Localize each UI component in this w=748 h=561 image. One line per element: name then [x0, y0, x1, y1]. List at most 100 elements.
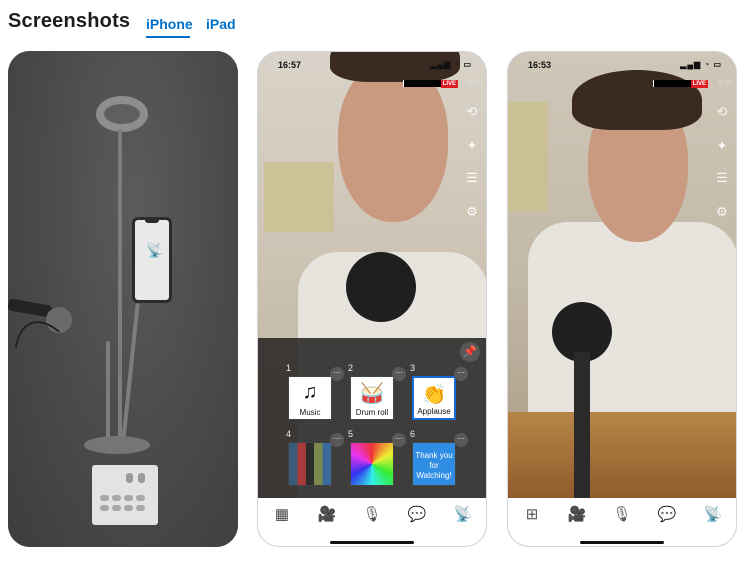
slot-tile: 🥁 Drum roll [350, 376, 394, 420]
wall-map [264, 162, 334, 232]
status-bar: 16:57 ▂▄▆ ◔ ▭ [258, 58, 486, 72]
chat-bubble-icon[interactable]: 💬 [405, 506, 429, 524]
magic-wand-icon[interactable]: ✦ [464, 138, 480, 154]
person-hair [572, 70, 702, 130]
more-button[interactable]: ··· [454, 433, 468, 447]
mixer-knob [138, 473, 145, 483]
live-bar: LIVE 0:22 [508, 80, 736, 90]
live-badge: LIVE [690, 80, 708, 88]
bottom-tab-bar: ⊞ 🎥 🎙 💬 📡 [508, 498, 736, 546]
status-time: 16:57 [278, 60, 302, 70]
sound-pad-panel: 📌 1 ♫ Music ··· 2 🥁 Drum roll ··· 3 👏 Ap… [258, 338, 486, 498]
section-title: Screenshots [8, 10, 131, 32]
switch-camera-icon[interactable]: ⟲ [464, 104, 480, 120]
tab-iphone[interactable]: iPhone [146, 16, 193, 32]
mixer-pad [124, 495, 133, 501]
slot-label: Applause [417, 407, 451, 416]
slot-label: Music [299, 408, 321, 417]
audio-level-meter [403, 80, 444, 87]
signal-wifi-battery-icons: ▂▄▆ ◔ ▭ [430, 60, 472, 69]
gear-icon[interactable]: ⚙ [714, 204, 730, 220]
more-button[interactable]: ··· [330, 433, 344, 447]
list-icon[interactable]: ☰ [714, 170, 730, 186]
pin-icon[interactable]: 📌 [460, 342, 480, 362]
live-bar: LIVE 0:48 [258, 80, 486, 90]
elapsed-time: 0:22 [718, 80, 732, 87]
sound-slot-5[interactable]: 5 ··· [348, 429, 406, 488]
live-badge: LIVE [440, 80, 458, 88]
stand-base [84, 436, 150, 454]
more-button[interactable]: ··· [392, 367, 406, 381]
mixer-device [92, 465, 158, 525]
status-time: 16:53 [528, 60, 552, 70]
mixer-pad [136, 495, 145, 501]
chat-bubble-icon[interactable]: 💬 [655, 506, 679, 524]
slot-number: 6 [410, 429, 416, 439]
microphone-icon[interactable]: 🎙 [360, 506, 384, 524]
more-button[interactable]: ··· [392, 433, 406, 447]
gear-icon[interactable]: ⚙ [464, 204, 480, 220]
sound-slot-1[interactable]: 1 ♫ Music ··· [286, 363, 344, 422]
mixer-pad [136, 505, 145, 511]
home-indicator [580, 541, 664, 544]
sound-slot-3[interactable]: 3 👏 Applause ··· [410, 363, 468, 422]
mixer-pad [112, 505, 121, 511]
broadcast-icon[interactable]: 📡 [701, 506, 725, 524]
switch-camera-icon[interactable]: ⟲ [714, 104, 730, 120]
magic-wand-icon[interactable]: ✦ [714, 138, 730, 154]
signal-wifi-battery-icons: ▂▄▆ ◔ ▭ [680, 60, 722, 69]
studio-microphone [346, 252, 416, 322]
slot-number: 3 [410, 363, 416, 373]
camera-preview: 16:53 ▂▄▆ ◔ ▭ LIVE 0:22 ⟲ ✦ ☰ ⚙ [508, 52, 736, 498]
mixer-knob [126, 473, 133, 483]
home-indicator [330, 541, 414, 544]
mixer-pad [100, 495, 109, 501]
slot-number: 1 [286, 363, 292, 373]
bottom-tab-bar: ▦ 🎥 🎙 💬 📡 [258, 498, 486, 546]
slot-label: Thank you for Watching! [415, 451, 453, 480]
camera-preview: 16:57 ▂▄▆ ◔ ▭ LIVE 0:48 ⟲ ✦ ☰ ⚙ 📌 1 ♫ Mu… [258, 52, 486, 498]
wall-map [508, 102, 548, 212]
mixer-pad [100, 505, 109, 511]
light-pole [118, 129, 122, 449]
grid-icon[interactable]: ▦ [270, 506, 294, 524]
screenshot-1[interactable]: 📡 [8, 51, 238, 547]
mixer-pad [124, 505, 133, 511]
slot-label: Drum roll [355, 408, 389, 417]
more-button[interactable]: ··· [454, 367, 468, 381]
grid-icon[interactable]: ⊞ [520, 506, 544, 524]
mounted-phone: 📡 [132, 217, 172, 303]
status-bar: 16:53 ▂▄▆ ◔ ▭ [508, 58, 736, 72]
tab-ipad[interactable]: iPad [206, 16, 236, 32]
mixer-pad [112, 495, 121, 501]
sound-slot-4[interactable]: 4 ··· [286, 429, 344, 488]
mic-stand [574, 352, 590, 498]
sound-slot-2[interactable]: 2 🥁 Drum roll ··· [348, 363, 406, 422]
more-button[interactable]: ··· [330, 367, 344, 381]
microphone-icon[interactable]: 🎙 [610, 506, 634, 524]
phone-notch [145, 219, 159, 223]
video-camera-icon[interactable]: 🎥 [565, 506, 589, 524]
ring-light [96, 96, 148, 132]
slot-number: 5 [348, 429, 354, 439]
broadcast-icon: 📡 [146, 242, 164, 258]
broadcast-icon[interactable]: 📡 [451, 506, 475, 524]
elapsed-time: 0:48 [468, 80, 482, 87]
sound-slot-6[interactable]: 6 Thank you for Watching! ··· [410, 429, 468, 488]
clapping-hands-icon: 👏 [421, 384, 447, 406]
slot-number: 4 [286, 429, 292, 439]
list-icon[interactable]: ☰ [464, 170, 480, 186]
text-card: Thank you for Watching! [412, 442, 456, 486]
test-card-thumbnail [350, 442, 394, 486]
audio-level-meter [653, 80, 694, 87]
screenshot-2[interactable]: 16:57 ▂▄▆ ◔ ▭ LIVE 0:48 ⟲ ✦ ☰ ⚙ 📌 1 ♫ Mu… [257, 51, 487, 547]
drum-icon: 🥁 [359, 383, 385, 405]
slot-tile-selected: 👏 Applause [412, 376, 456, 420]
slot-number: 2 [348, 363, 354, 373]
selected-tab-indicator [146, 36, 190, 38]
video-mosaic-thumbnail [288, 442, 332, 486]
screenshot-3[interactable]: 16:53 ▂▄▆ ◔ ▭ LIVE 0:22 ⟲ ✦ ☰ ⚙ ⊞ 🎥 🎙 💬 … [507, 51, 737, 547]
music-note-icon: ♫ [302, 381, 318, 403]
video-camera-icon[interactable]: 🎥 [315, 506, 339, 524]
guitar-body [508, 412, 736, 498]
